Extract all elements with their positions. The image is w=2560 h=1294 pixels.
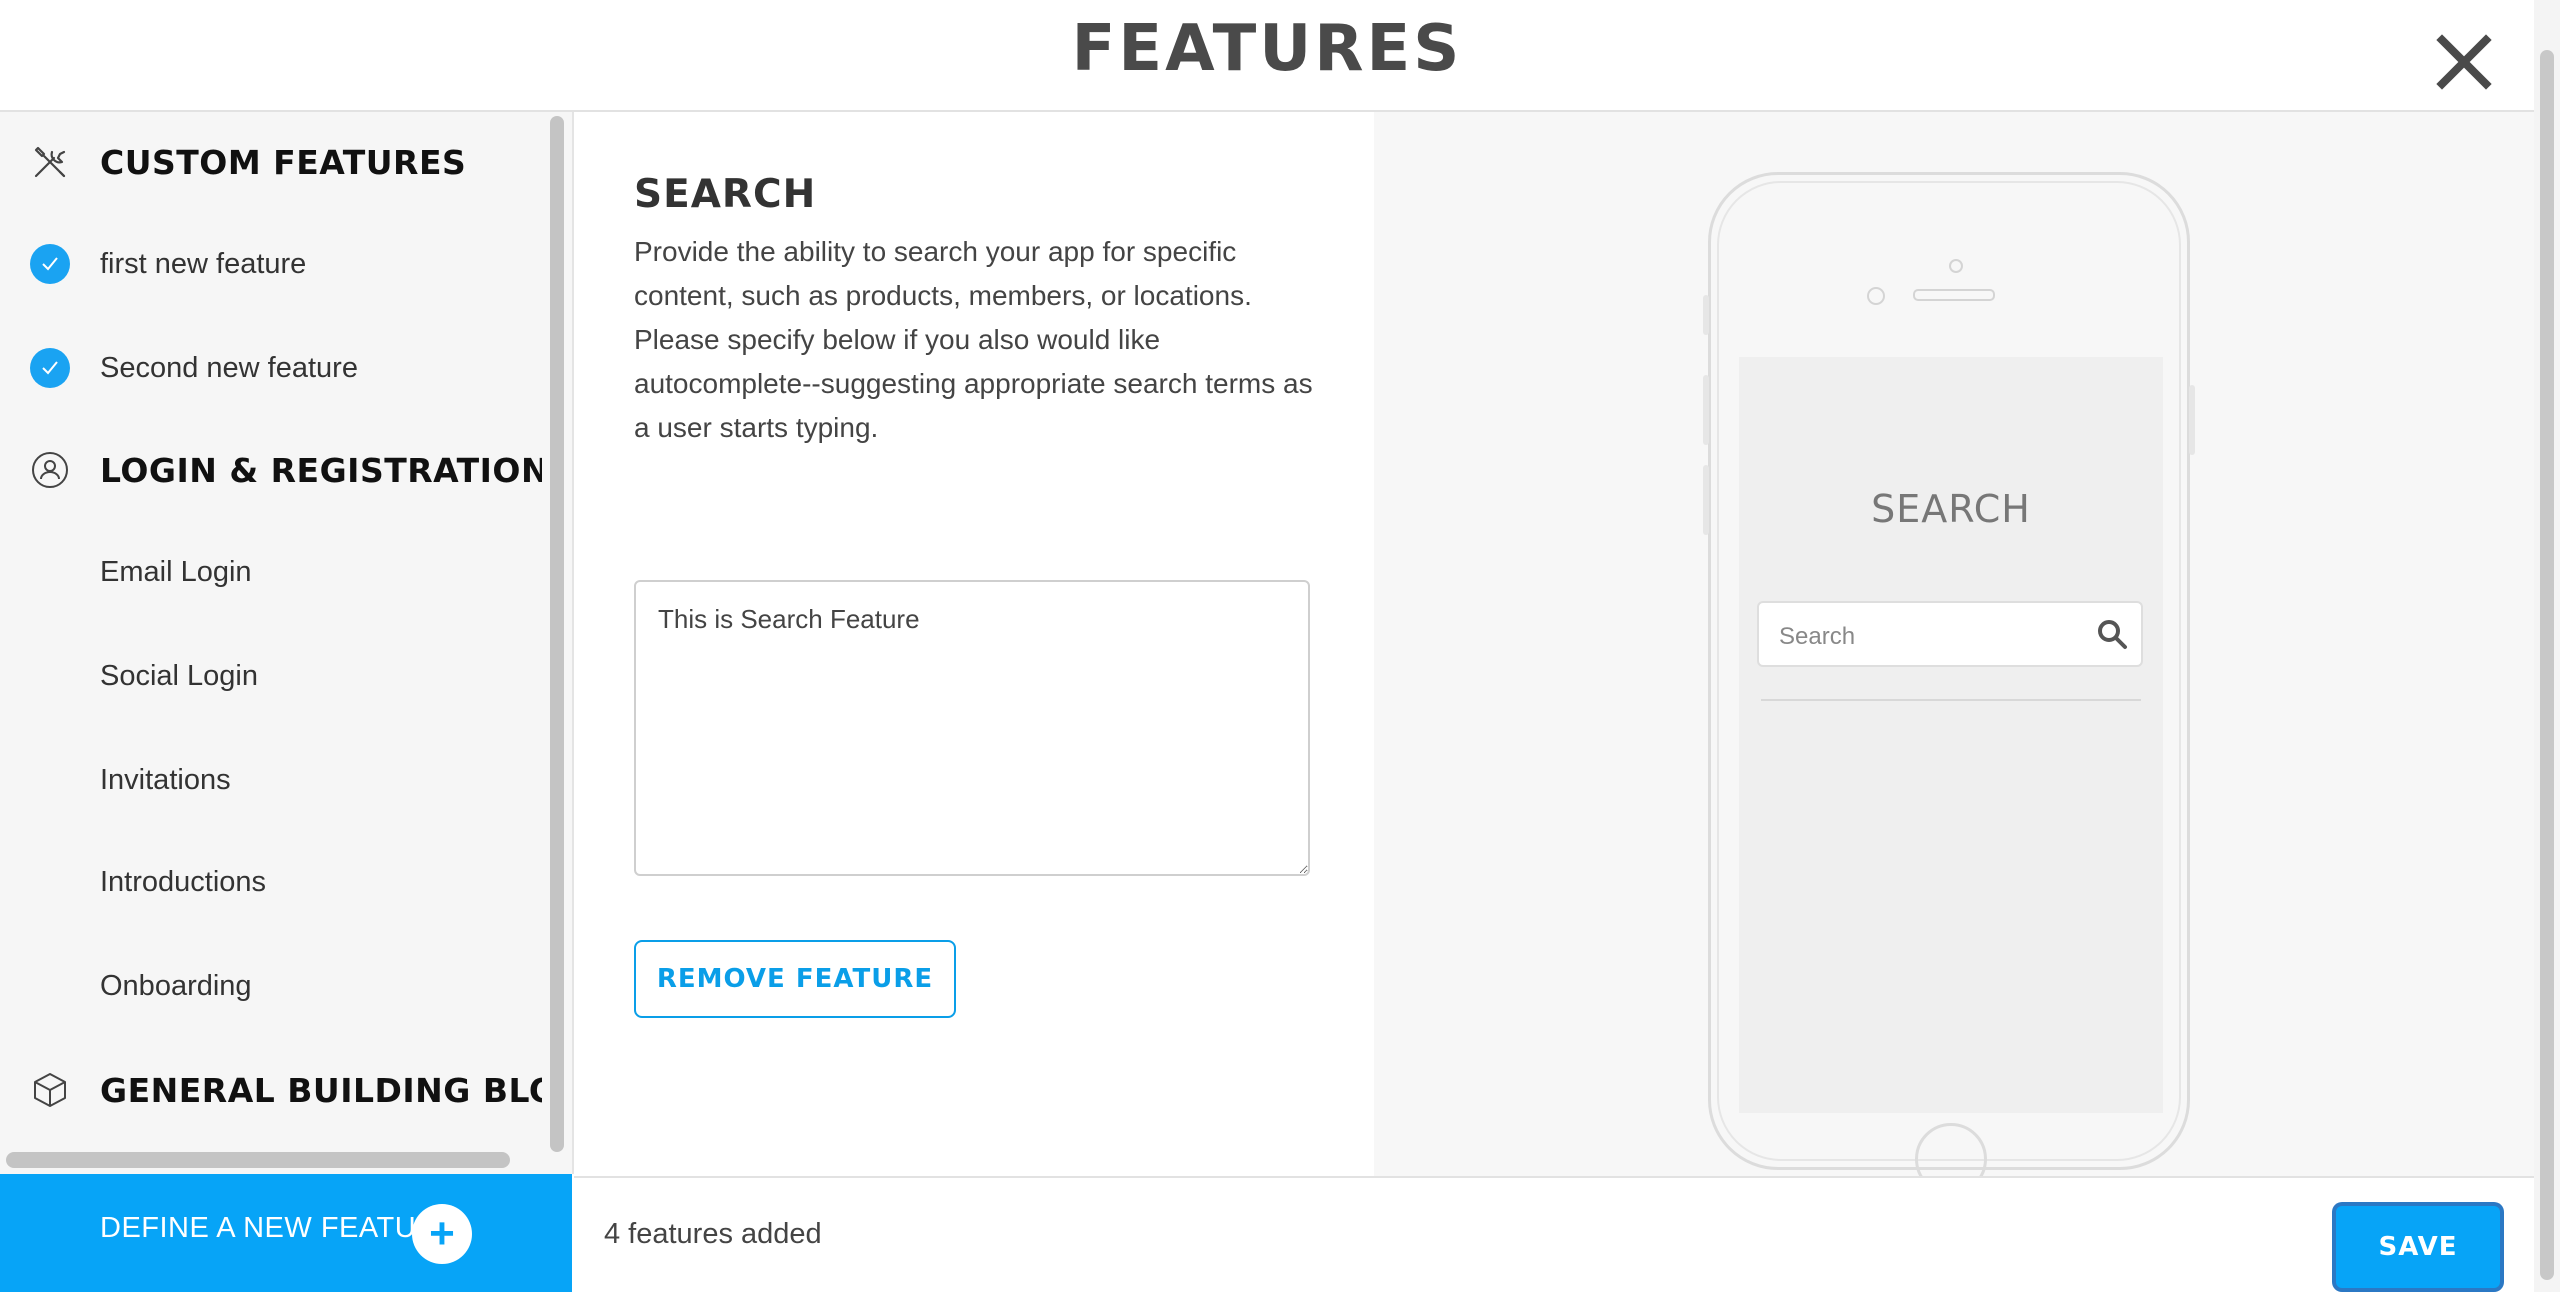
tools-icon	[28, 140, 72, 184]
phone-preview-panel: SEARCH Search	[1374, 112, 2534, 1195]
phone-side-button	[1703, 375, 1709, 445]
sidebar-section-general-building-blocks[interactable]: GENERAL BUILDING BLO...	[0, 1050, 542, 1130]
sidebar-item-label: Invitations	[100, 763, 231, 796]
preview-search-field: Search	[1757, 601, 2143, 667]
phone-mockup: SEARCH Search	[1703, 172, 2195, 1195]
sidebar-section-login-registration[interactable]: LOGIN & REGISTRATION	[0, 430, 542, 510]
phone-camera	[1867, 287, 1885, 305]
checkmark-circle-icon	[28, 242, 72, 286]
sidebar-item-label: Introductions	[100, 865, 267, 898]
sidebar-item-social-login[interactable]: Social Login	[0, 636, 542, 716]
close-icon[interactable]	[2432, 30, 2496, 94]
sidebar-item-label: Second new feature	[100, 351, 358, 384]
feature-description: Provide the ability to search your app f…	[634, 236, 1313, 443]
page-title: FEATURES	[1071, 12, 1463, 86]
preview-screen-title: SEARCH	[1871, 487, 2031, 531]
sidebar-item-label: first new feature	[100, 247, 307, 280]
phone-speaker	[1913, 289, 1995, 301]
cube-icon	[28, 1068, 72, 1112]
feature-notes-textarea[interactable]: This is Search Feature	[634, 580, 1310, 876]
sidebar-list: CUSTOM FEATURES first new feature Second…	[0, 112, 542, 1158]
define-new-feature-button[interactable]: DEFINE A NEW FEATURE +	[0, 1174, 572, 1292]
sidebar-vertical-scrollbar[interactable]	[548, 116, 566, 1152]
sidebar-item-email-login[interactable]: Email Login	[0, 532, 542, 612]
footer: 4 features added SAVE	[574, 1176, 2534, 1294]
sidebar-section-label: GENERAL BUILDING BLO...	[100, 1070, 542, 1110]
checkmark-circle-icon	[28, 346, 72, 390]
phone-side-button	[1703, 295, 1709, 335]
sidebar-vertical-scrollbar-thumb[interactable]	[550, 116, 564, 1152]
sidebar-item-second-new-feature[interactable]: Second new feature	[0, 328, 542, 408]
sidebar-item-introductions[interactable]: Introductions	[0, 842, 542, 922]
preview-divider	[1761, 699, 2141, 701]
sidebar-section-label: LOGIN & REGISTRATION	[100, 450, 542, 490]
phone-side-button	[2189, 385, 2195, 455]
sidebar-item-invitations[interactable]: Invitations	[0, 740, 542, 820]
sidebar-section-custom-features[interactable]: CUSTOM FEATURES	[0, 122, 542, 202]
preview-search-placeholder: Search	[1779, 623, 1856, 650]
remove-feature-button[interactable]: REMOVE FEATURE	[634, 940, 956, 1018]
features-count: 4 features added	[604, 1218, 822, 1250]
sidebar-item-label: Email Login	[100, 555, 252, 588]
page-scrollbar[interactable]	[2534, 0, 2560, 1292]
sidebar-item-onboarding[interactable]: Onboarding	[0, 946, 542, 1026]
user-circle-icon	[28, 448, 72, 492]
plus-icon[interactable]: +	[412, 1204, 472, 1264]
feature-title: SEARCH	[634, 172, 817, 217]
page-scrollbar-thumb[interactable]	[2540, 50, 2554, 1280]
save-button[interactable]: SAVE	[2336, 1206, 2500, 1288]
define-new-feature-label: DEFINE A NEW FEATURE	[100, 1212, 458, 1244]
sidebar-item-first-new-feature[interactable]: first new feature	[0, 224, 542, 304]
phone-sensor	[1949, 259, 1963, 273]
phone-side-button	[1703, 465, 1709, 535]
feature-detail-panel: SEARCH Provide the ability to search you…	[574, 112, 1374, 1176]
sidebar-horizontal-scrollbar[interactable]	[6, 1152, 510, 1168]
sidebar-item-label: Onboarding	[100, 969, 252, 1002]
header: FEATURES	[0, 0, 2534, 112]
phone-screen: SEARCH Search	[1739, 357, 2163, 1113]
sidebar-item-label: Social Login	[100, 659, 258, 692]
sidebar: CUSTOM FEATURES first new feature Second…	[0, 112, 574, 1174]
search-icon	[2095, 617, 2129, 651]
sidebar-section-label: CUSTOM FEATURES	[100, 142, 467, 182]
